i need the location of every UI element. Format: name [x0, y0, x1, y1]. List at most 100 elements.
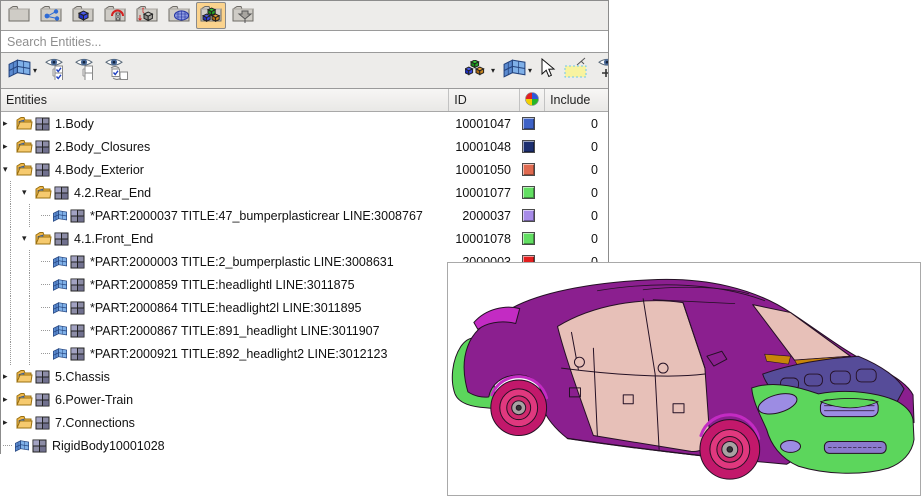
- expand-arrow-icon[interactable]: ▸: [1, 411, 16, 434]
- entity-label: 6.Power-Train: [52, 393, 454, 407]
- include-value: 0: [547, 140, 608, 154]
- selector-arrow-button[interactable]: [539, 58, 556, 83]
- tree-guide: [1, 319, 20, 342]
- collapse-arrow-icon[interactable]: ▾: [1, 158, 16, 181]
- component-mode-dropdown-button[interactable]: ▾: [502, 59, 532, 83]
- entity-label: *PART:2000003 TITLE:2_bumperplastic LINE…: [87, 255, 454, 269]
- column-header-include[interactable]: Include: [545, 89, 608, 111]
- entity-label: *PART:2000864 TITLE:headlight2l LINE:301…: [87, 301, 454, 315]
- expand-arrow-icon[interactable]: ▸: [1, 365, 16, 388]
- tree-guide-stub: [39, 273, 52, 296]
- folder-mesh-button[interactable]: [164, 2, 194, 29]
- folder-systems-button[interactable]: t: [132, 2, 162, 29]
- folder-loadsteps-button[interactable]: [100, 2, 130, 29]
- part-icon: [54, 232, 69, 246]
- include-value: 0: [547, 232, 608, 246]
- expand-arrow-icon[interactable]: ▸: [1, 112, 16, 135]
- expand-arrow-icon[interactable]: ▸: [1, 388, 16, 411]
- color-cell[interactable]: [520, 232, 547, 245]
- part-icon: [35, 117, 50, 131]
- entity-id: 10001050: [454, 163, 520, 177]
- entity-label: 1.Body: [52, 117, 454, 131]
- component-view-dropdown-button[interactable]: ▾: [7, 59, 37, 83]
- flag-icon: [7, 59, 32, 83]
- tree-guide: [1, 181, 20, 204]
- color-swatch[interactable]: [522, 163, 535, 176]
- entity-label: 7.Connections: [52, 416, 454, 430]
- part-icon: [35, 163, 50, 177]
- tree-guide-stub: [1, 434, 14, 457]
- eye-reverse-icon: [103, 56, 129, 85]
- component-icon: [52, 347, 68, 361]
- folder-connections-button[interactable]: [36, 2, 66, 29]
- entity-id: 10001048: [454, 140, 520, 154]
- include-value: 0: [547, 209, 608, 223]
- tree-guide-stub: [39, 342, 52, 365]
- tree-row[interactable]: ▸ 2.Body_Closures10001048 0: [1, 135, 608, 158]
- tree-guide: [1, 227, 20, 250]
- cubes-icon: [465, 60, 490, 82]
- color-swatch[interactable]: [522, 209, 535, 222]
- eye-plus-icon: [596, 56, 608, 85]
- components-display-dropdown-button[interactable]: ▾: [465, 60, 495, 82]
- tree-row[interactable]: ▸1.Body100010470: [1, 112, 608, 135]
- collapse-arrow-icon[interactable]: ▾: [20, 181, 35, 204]
- hide-unchecked-button[interactable]: [73, 56, 97, 85]
- part-icon: [35, 370, 50, 384]
- folder-connections-icon: [39, 3, 63, 29]
- tree-guide: [1, 342, 20, 365]
- color-swatch[interactable]: [522, 117, 535, 130]
- color-swatch[interactable]: [522, 186, 535, 199]
- color-cell[interactable]: [520, 186, 547, 199]
- model-viewport[interactable]: [447, 262, 921, 496]
- part-icon: [35, 416, 50, 430]
- color-cell[interactable]: [520, 209, 547, 222]
- entity-label: 4.1.Front_End: [71, 232, 454, 246]
- entity-label: 2.Body_Closures: [52, 140, 454, 154]
- folder-plain-button[interactable]: [4, 2, 34, 29]
- include-value: 0: [547, 186, 608, 200]
- folder-solids-button[interactable]: [68, 2, 98, 29]
- column-header-color[interactable]: [520, 89, 545, 111]
- display-toolbar-right: ▾▾: [465, 56, 608, 85]
- tree-row[interactable]: *PART:2000037 TITLE:47_bumperplasticrear…: [1, 204, 608, 227]
- part-icon: [70, 255, 85, 269]
- search-input[interactable]: [1, 31, 608, 52]
- color-swatch[interactable]: [522, 232, 535, 245]
- part-icon: [70, 324, 85, 338]
- tree-row[interactable]: ▾4.2.Rear_End100010770: [1, 181, 608, 204]
- include-value: 0: [547, 163, 608, 177]
- folder-components-button[interactable]: [196, 2, 226, 29]
- color-cell[interactable]: [520, 140, 547, 153]
- entity-id: 10001047: [454, 117, 520, 131]
- show-checked-button[interactable]: [43, 56, 67, 85]
- collapse-arrow-icon[interactable]: ▾: [20, 227, 35, 250]
- folder-components-icon: [199, 3, 223, 29]
- tree-guide: [1, 296, 20, 319]
- tree-row[interactable]: ▾4.Body_Exterior100010500: [1, 158, 608, 181]
- color-wheel-icon: [525, 92, 539, 109]
- reverse-shown-button[interactable]: [103, 56, 129, 85]
- selection-highlight-button[interactable]: [563, 57, 589, 84]
- part-icon: [35, 140, 50, 154]
- eye-checked-icon: [43, 56, 67, 85]
- display-toolbar-left: ▾: [3, 56, 129, 85]
- part-icon: [35, 393, 50, 407]
- component-icon: [14, 439, 30, 453]
- color-cell[interactable]: [520, 117, 547, 130]
- column-header-id[interactable]: ID: [449, 89, 520, 111]
- folder-icon: [16, 162, 33, 177]
- folder-includes-button[interactable]: [228, 2, 258, 29]
- entity-label: RigidBody10001028: [49, 439, 454, 453]
- color-cell[interactable]: [520, 163, 547, 176]
- expand-arrow-icon[interactable]: ▸: [1, 135, 16, 158]
- show-plus-button[interactable]: [596, 56, 608, 85]
- entity-id: 10001078: [454, 232, 520, 246]
- column-header-entities[interactable]: Entities: [1, 89, 449, 111]
- entity-id: 2000037: [454, 209, 520, 223]
- tree-row[interactable]: ▾ 4.1.Front_End10001078 0: [1, 227, 608, 250]
- color-swatch[interactable]: [522, 140, 535, 153]
- folder-loadsteps-icon: [103, 3, 127, 29]
- tree-guide-stub: [39, 204, 52, 227]
- tree-guide: [20, 273, 39, 296]
